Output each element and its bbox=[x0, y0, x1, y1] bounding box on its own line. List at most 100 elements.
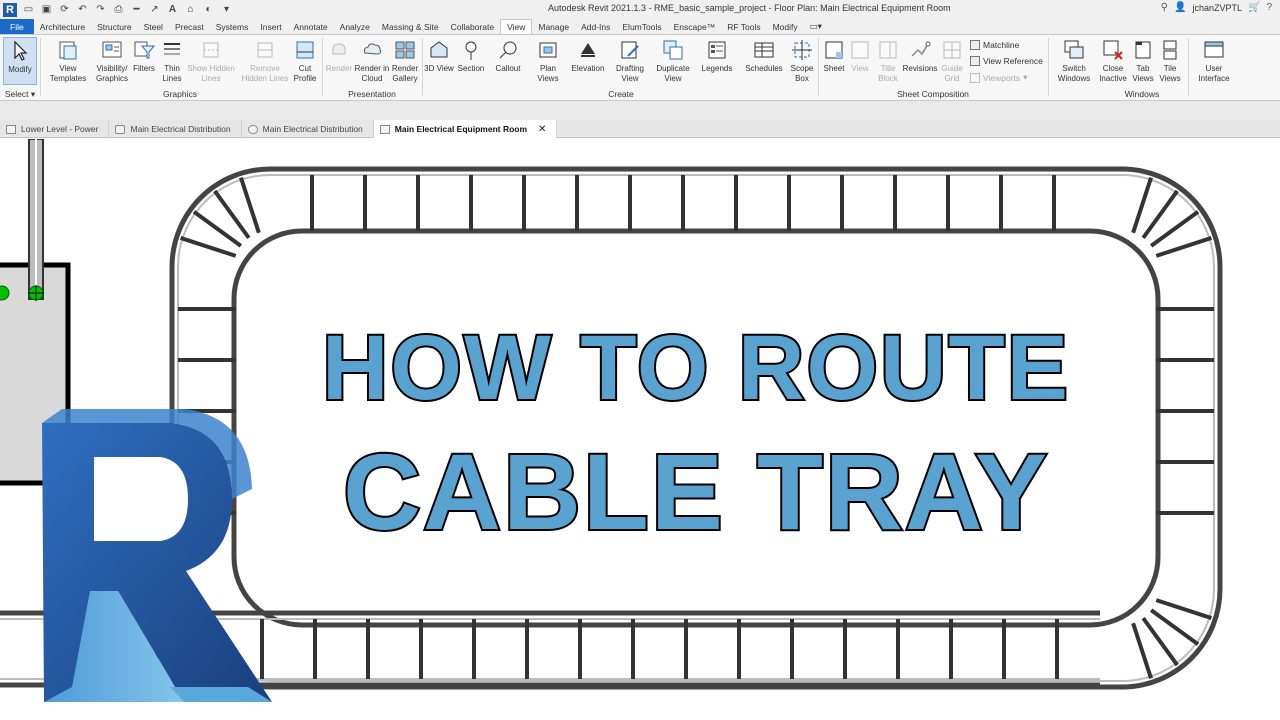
matchline-label: Matchline bbox=[983, 40, 1020, 50]
user-interface-label: User Interface bbox=[1198, 64, 1230, 83]
tab-insert[interactable]: Insert bbox=[254, 19, 287, 34]
matchline-button[interactable]: Matchline bbox=[970, 40, 1019, 50]
revit-app-icon[interactable]: R bbox=[3, 2, 17, 17]
floor-plan-icon bbox=[379, 124, 390, 134]
duplicate-view-button[interactable]: Duplicate View bbox=[652, 37, 694, 84]
username[interactable]: jchanZVPTL bbox=[1192, 3, 1242, 13]
view-tab-label: Lower Level - Power bbox=[21, 124, 99, 134]
tab-file[interactable]: File bbox=[0, 19, 34, 34]
remove-hidden-lines-button[interactable]: Remove Hidden Lines bbox=[240, 37, 290, 84]
drawing-area[interactable]: HOW TO ROUTE CABLE TRAY bbox=[0, 139, 1280, 720]
legends-icon bbox=[708, 41, 726, 59]
drafting-view-button[interactable]: Drafting View bbox=[610, 37, 650, 84]
print-icon[interactable]: ⎙ bbox=[112, 3, 125, 16]
tab-views-button[interactable]: Tab Views bbox=[1128, 37, 1158, 84]
text-icon[interactable]: A bbox=[166, 3, 179, 16]
legends-button[interactable]: Legends bbox=[698, 37, 736, 74]
help-icon[interactable]: ? bbox=[1266, 2, 1272, 13]
matchline-icon bbox=[970, 40, 980, 50]
modify-label: Modify bbox=[8, 65, 32, 74]
close-inactive-button[interactable]: Close Inactive bbox=[1096, 37, 1130, 84]
dimension-icon[interactable]: ↗ bbox=[148, 3, 161, 16]
schedules-button[interactable]: Schedules bbox=[742, 37, 786, 74]
title-block-button[interactable]: Title Block bbox=[872, 37, 904, 84]
modify-button[interactable]: Modify bbox=[3, 37, 37, 85]
title-bar: R ▭ ▣ ⟳ ↶ ↷ ⎙ ━ ↗ A ⌂ ◐ ▾ Autodesk Revit… bbox=[0, 0, 1280, 19]
tab-view[interactable]: View bbox=[500, 19, 533, 34]
view-tabs: Lower Level - Power Main Electrical Dist… bbox=[0, 120, 1280, 138]
user-interface-button[interactable]: User Interface bbox=[1194, 37, 1234, 84]
customize-qat-icon[interactable]: ▾ bbox=[220, 3, 233, 16]
switch-windows-button[interactable]: Switch Windows bbox=[1054, 37, 1094, 84]
sync-icon[interactable]: ⟳ bbox=[58, 3, 71, 16]
3d-view-button[interactable]: 3D View bbox=[424, 37, 454, 74]
save-icon[interactable]: ▣ bbox=[40, 3, 53, 16]
viewports-button[interactable]: Viewports ▾ bbox=[970, 72, 1027, 83]
view-tab[interactable]: Main Electrical Distribution bbox=[109, 120, 242, 138]
pin-icon[interactable]: ⚲ bbox=[1161, 2, 1168, 13]
tab-massing-site[interactable]: Massing & Site bbox=[376, 19, 445, 34]
view-reference-button[interactable]: View Reference bbox=[970, 56, 1043, 66]
tab-steel[interactable]: Steel bbox=[138, 19, 169, 34]
tab-annotate[interactable]: Annotate bbox=[288, 19, 334, 34]
elevation-icon bbox=[581, 43, 595, 57]
cart-icon[interactable]: 🛒 bbox=[1248, 2, 1260, 13]
render-in-cloud-button[interactable]: Render in Cloud bbox=[353, 37, 391, 84]
tab-modify[interactable]: Modify bbox=[767, 19, 804, 34]
render-button[interactable]: Render bbox=[322, 37, 356, 74]
3d-view-icon[interactable]: ⌂ bbox=[184, 3, 197, 16]
elevation-button[interactable]: Elevation bbox=[568, 37, 608, 74]
plan-views-button[interactable]: Plan Views bbox=[530, 37, 566, 84]
show-hidden-lines-button[interactable]: Show Hidden Lines bbox=[186, 37, 236, 84]
measure-icon[interactable]: ━ bbox=[130, 3, 143, 16]
view-tab-active[interactable]: Main Electrical Equipment Room ✕ bbox=[373, 120, 558, 138]
sheet-label: Sheet bbox=[823, 64, 845, 73]
tab-collaborate[interactable]: Collaborate bbox=[445, 19, 500, 34]
remove-hidden-lines-label: Remove Hidden Lines bbox=[241, 64, 289, 83]
show-hidden-lines-icon bbox=[203, 42, 219, 58]
guide-grid-button[interactable]: Guide Grid bbox=[936, 37, 968, 84]
select-group-label[interactable]: Select ▾ bbox=[2, 89, 38, 100]
visibility-graphics-label: Visibility/ Graphics bbox=[95, 64, 128, 83]
cable-tray-loop[interactable] bbox=[169, 166, 1223, 690]
3d-view-icon bbox=[247, 124, 258, 134]
tab-elumtools[interactable]: ElumTools bbox=[616, 19, 667, 34]
viewports-icon bbox=[970, 72, 980, 83]
filters-icon bbox=[134, 41, 156, 59]
user-icon[interactable]: 👤 bbox=[1174, 2, 1186, 13]
ribbon-options-icon[interactable]: ▭▾ bbox=[804, 19, 828, 34]
close-tab-icon[interactable]: ✕ bbox=[538, 124, 546, 135]
tab-manage[interactable]: Manage bbox=[532, 19, 575, 34]
tab-rf-tools[interactable]: RF Tools bbox=[721, 19, 766, 34]
tab-add-ins[interactable]: Add-Ins bbox=[575, 19, 616, 34]
callout-button[interactable]: Callout bbox=[490, 37, 526, 74]
redo-icon[interactable]: ↷ bbox=[94, 3, 107, 16]
view-templates-button[interactable]: View Templates bbox=[48, 37, 88, 84]
tray-rung bbox=[1155, 236, 1213, 258]
tab-enscape[interactable]: Enscape™ bbox=[668, 19, 722, 34]
section-icon[interactable]: ◐ bbox=[202, 3, 215, 16]
revisions-button[interactable]: Revisions bbox=[902, 37, 938, 74]
cut-profile-button[interactable]: Cut Profile bbox=[288, 37, 322, 84]
tile-views-button[interactable]: Tile Views bbox=[1156, 37, 1184, 84]
user-interface-icon bbox=[1204, 41, 1224, 58]
view-tab[interactable]: Main Electrical Distribution bbox=[242, 120, 374, 138]
undo-icon[interactable]: ↶ bbox=[76, 3, 89, 16]
thin-lines-label: Thin Lines bbox=[162, 64, 182, 83]
visibility-graphics-button[interactable]: Visibility/ Graphics bbox=[92, 37, 132, 84]
view-tab[interactable]: Lower Level - Power bbox=[0, 120, 110, 138]
section-button[interactable]: Section bbox=[454, 37, 488, 74]
tab-structure[interactable]: Structure bbox=[91, 19, 138, 34]
tab-systems[interactable]: Systems bbox=[210, 19, 255, 34]
tab-architecture[interactable]: Architecture bbox=[34, 19, 91, 34]
scope-box-button[interactable]: Scope Box bbox=[786, 37, 818, 84]
thin-lines-button[interactable]: Thin Lines bbox=[156, 37, 188, 84]
revisions-icon bbox=[911, 41, 931, 57]
plan-views-label: Plan Views bbox=[537, 64, 559, 83]
sheet-view-button[interactable]: View bbox=[846, 37, 874, 74]
tab-analyze[interactable]: Analyze bbox=[334, 19, 376, 34]
tab-precast[interactable]: Precast bbox=[169, 19, 210, 34]
render-gallery-button[interactable]: Render Gallery bbox=[388, 37, 422, 84]
open-icon[interactable]: ▭ bbox=[22, 3, 35, 16]
3d-view-label: 3D View bbox=[424, 64, 454, 73]
